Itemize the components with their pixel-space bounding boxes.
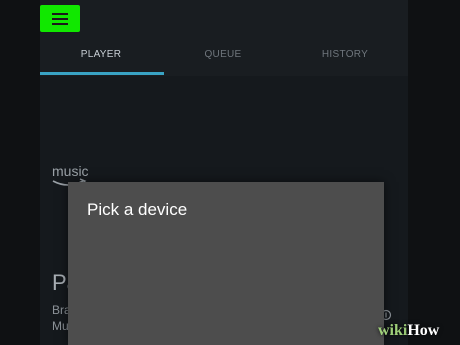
- tab-history[interactable]: HISTORY: [284, 49, 406, 60]
- device-picker-dialog: Pick a device: [68, 182, 384, 345]
- music-logo: music: [52, 163, 89, 179]
- watermark-how: How: [407, 322, 440, 339]
- now-playing-artist: Bra: [52, 303, 68, 317]
- watermark-wiki: wiki: [378, 322, 408, 339]
- hamburger-menu-icon[interactable]: [52, 12, 68, 25]
- now-playing-album: Mu: [52, 319, 68, 333]
- wikihow-watermark: wiki How: [378, 322, 458, 342]
- menu-button[interactable]: [40, 5, 80, 32]
- active-tab-indicator: [40, 72, 164, 75]
- now-playing-title: Pa: [52, 270, 68, 295]
- tab-player[interactable]: PLAYER: [40, 49, 162, 60]
- tab-queue[interactable]: QUEUE: [162, 49, 284, 60]
- dialog-title: Pick a device: [87, 200, 188, 219]
- app-header: PLAYER QUEUE HISTORY: [40, 0, 408, 76]
